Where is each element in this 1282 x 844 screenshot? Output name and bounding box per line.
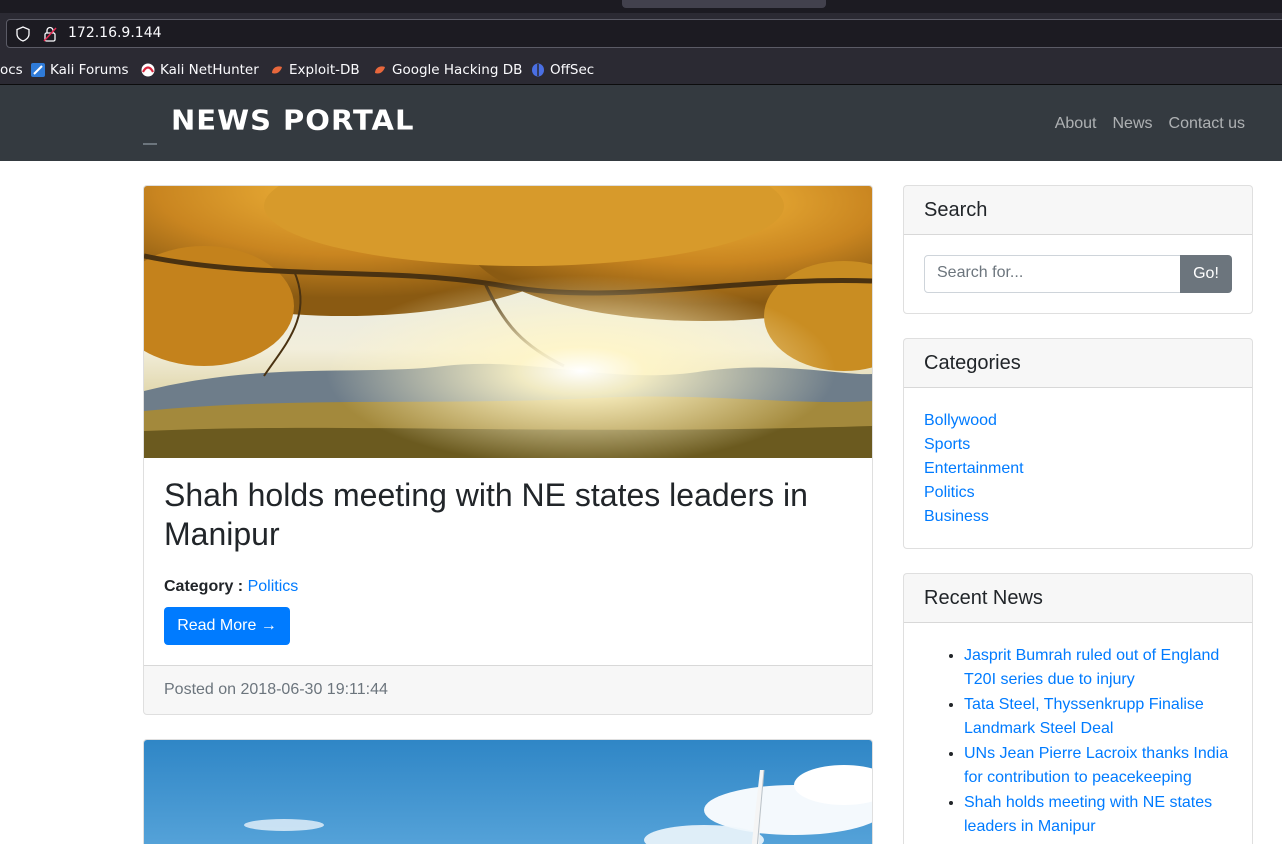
category-label: Category : <box>164 578 244 595</box>
bookmarks-toolbar: ocs Kali Forums Kali NetHunter Exploit-D… <box>0 55 1282 85</box>
ghdb-icon <box>375 66 385 74</box>
url-bar[interactable]: 172.16.9.144 <box>6 19 1282 48</box>
categories-widget-title: Categories <box>904 339 1252 388</box>
search-go-button[interactable]: Go! <box>1180 255 1232 293</box>
bookmark-exploit-db[interactable]: Exploit-DB <box>270 61 360 79</box>
read-more-button[interactable]: Read More → <box>164 607 290 645</box>
offsec-icon <box>532 63 544 77</box>
browser-tab-strip <box>0 0 1282 13</box>
post-title[interactable]: Shah holds meeting with NE states leader… <box>164 476 854 554</box>
bookmark-label: OffSec <box>550 62 595 78</box>
post-body: Shah holds meeting with NE states leader… <box>164 476 854 596</box>
post-footer: Posted on 2018-06-30 19:11:44 <box>144 665 872 714</box>
bookmark-ghdb[interactable]: Google Hacking DB <box>373 61 522 79</box>
recent-news-widget-title: Recent News <box>904 574 1252 623</box>
browser-toolbar: 172.16.9.144 <box>0 13 1282 55</box>
bookmark-label: Google Hacking DB <box>392 62 523 78</box>
nav-links: About News Contact us <box>1055 115 1245 133</box>
search-widget-title: Search <box>904 186 1252 235</box>
search-widget: Search Search for... Go! <box>903 185 1253 314</box>
sky-tower-image <box>144 740 872 844</box>
search-input[interactable]: Search for... <box>924 255 1181 293</box>
category-link-entertainment[interactable]: Entertainment <box>924 457 1024 481</box>
post-card: Shah holds meeting with NE states leader… <box>143 185 873 715</box>
nav-contact[interactable]: Contact us <box>1169 115 1245 133</box>
url-text[interactable]: 172.16.9.144 <box>68 25 162 41</box>
kali-forums-icon <box>31 63 45 77</box>
category-link-business[interactable]: Business <box>924 505 1024 529</box>
bookmark-docs[interactable]: ocs <box>0 61 23 79</box>
bookmark-label: ocs <box>0 62 23 78</box>
nav-about[interactable]: About <box>1055 115 1097 133</box>
bookmark-label: Exploit-DB <box>289 62 360 78</box>
recent-news-widget: Recent News Jasprit Bumrah ruled out of … <box>903 573 1253 844</box>
autumn-landscape-image <box>144 186 872 458</box>
site-logo[interactable]: NEWS PORTAL <box>171 104 414 136</box>
recent-news-link[interactable]: UNs Jean Pierre Lacroix thanks India for… <box>964 742 1236 790</box>
category-link[interactable]: Politics <box>248 578 299 595</box>
site-navbar: NEWS PORTAL About News Contact us <box>0 85 1282 161</box>
post-category: Category : Politics <box>164 578 854 596</box>
nethunter-icon <box>141 63 155 77</box>
post-image-2 <box>144 740 872 844</box>
categories-widget: Categories Bollywood Sports Entertainmen… <box>903 338 1253 549</box>
category-link-sports[interactable]: Sports <box>924 433 1024 457</box>
category-link-politics[interactable]: Politics <box>924 481 1024 505</box>
bookmark-label: Kali NetHunter <box>160 62 259 78</box>
category-link-bollywood[interactable]: Bollywood <box>924 409 1024 433</box>
categories-list: Bollywood Sports Entertainment Politics … <box>924 409 1024 529</box>
bookmark-kali-forums[interactable]: Kali Forums <box>31 61 129 79</box>
recent-news-link[interactable]: Tata Steel, Thyssenkrupp Finalise Landma… <box>964 693 1236 741</box>
recent-news-link[interactable]: Shah holds meeting with NE states leader… <box>964 791 1236 839</box>
shield-icon[interactable] <box>15 26 31 42</box>
post-image <box>144 186 872 458</box>
post-card-2 <box>143 739 873 844</box>
bookmark-offsec[interactable]: OffSec <box>531 61 594 79</box>
bookmark-kali-nethunter[interactable]: Kali NetHunter <box>141 61 259 79</box>
nav-news[interactable]: News <box>1113 115 1153 133</box>
bookmark-label: Kali Forums <box>50 62 129 78</box>
recent-news-list: Jasprit Bumrah ruled out of England T20I… <box>964 644 1236 840</box>
logo-divider <box>143 143 157 145</box>
recent-news-link[interactable]: Jasprit Bumrah ruled out of England T20I… <box>964 644 1236 692</box>
active-tab[interactable] <box>622 0 826 8</box>
lock-icon[interactable] <box>42 25 58 43</box>
exploit-db-icon <box>272 66 282 74</box>
